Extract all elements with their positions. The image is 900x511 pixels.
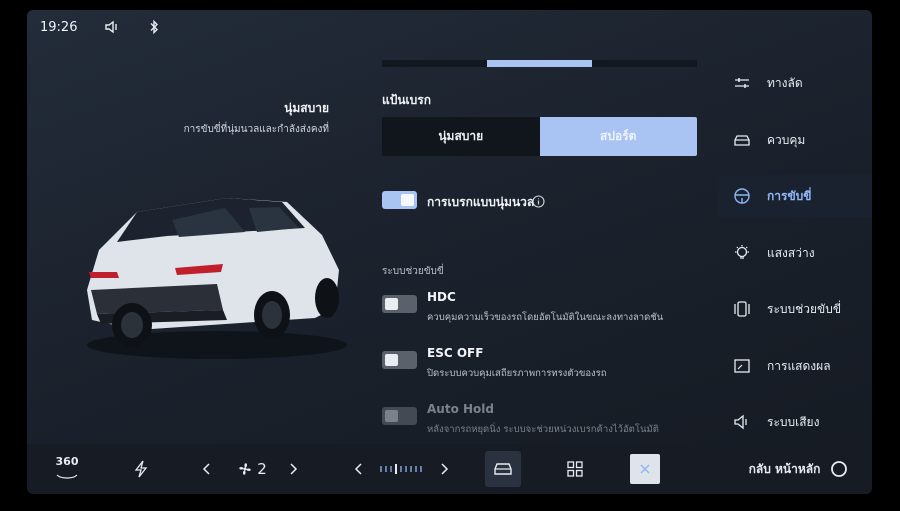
auto-hold-toggle[interactable] <box>382 407 417 425</box>
display-icon <box>733 357 751 375</box>
chevron-right-icon <box>290 463 298 475</box>
hdc-title: HDC <box>427 290 456 304</box>
home-circle-button[interactable] <box>827 444 851 494</box>
bottom-dock: 360 2 กลับ หน้าหลัก <box>27 444 872 494</box>
pinwheel-icon <box>640 464 650 474</box>
brake-mode-sport[interactable]: สปอร์ต <box>539 117 697 156</box>
toggle-knob <box>401 194 414 206</box>
toggle-knob <box>385 298 398 310</box>
esc-off-toggle[interactable] <box>382 351 417 369</box>
chevron-left-icon <box>202 463 210 475</box>
infotainment-screen: 19:26 นุ่มสบาย การขับขี่ที่นุ่มนวลและกำล… <box>27 10 872 494</box>
esc-off-title: ESC OFF <box>427 346 484 360</box>
toggle-knob <box>385 354 398 366</box>
brake-pedal-label: แป้นเบรก <box>382 93 431 107</box>
fan-speed-display: 2 <box>232 444 272 494</box>
chevron-right-icon <box>441 463 449 475</box>
status-bar: 19:26 <box>27 10 357 46</box>
drive-mode-subtitle: การขับขี่ที่นุ่มนวลและกำลังส่งคงที่ <box>183 124 329 135</box>
car-image <box>87 198 347 359</box>
apps-button[interactable] <box>564 444 586 494</box>
toggle-knob <box>385 410 398 422</box>
menu-item-driving[interactable]: การขับขี่ <box>717 175 872 217</box>
menu-item-display[interactable]: การแสดงผล <box>717 345 872 387</box>
back-home-label: กลับ หน้าหลัก <box>748 461 821 476</box>
steering-wheel-icon <box>733 187 751 205</box>
chevron-left-icon <box>354 463 362 475</box>
sliders-icon <box>733 74 751 92</box>
back-home-button[interactable]: กลับ หน้าหลัก <box>737 444 832 494</box>
fan-decrease-button[interactable] <box>197 444 217 494</box>
menu-label: การขับขี่ <box>767 188 812 203</box>
temp-increase-button[interactable] <box>434 444 454 494</box>
menu-item-lighting[interactable]: แสงสว่าง <box>717 232 872 274</box>
bluetooth-icon[interactable] <box>146 19 162 35</box>
menu-item-driver-assist[interactable]: ระบบช่วยขับขี่ <box>717 288 872 330</box>
speaker-icon <box>733 413 751 431</box>
rotate-arrow-icon <box>56 474 78 479</box>
fan-icon <box>239 463 251 475</box>
auto-hold-description: หลังจากรถหยุดนิ่ง ระบบจะช่วยหน่วงเบรกค้า… <box>427 424 659 435</box>
menu-label: แสงสว่าง <box>767 245 815 260</box>
menu-label: ทางลัด <box>767 75 803 90</box>
car-icon <box>494 463 512 475</box>
hdc-description: ควบคุมความเร็วของรถโดยอัตโนมัติในขณะลงทา… <box>427 312 664 323</box>
brake-mode-selector: นุ่มสบาย สปอร์ต <box>382 117 697 156</box>
temp-decrease-button[interactable] <box>349 444 369 494</box>
drive-mode-title: นุ่มสบาย <box>284 101 329 115</box>
hdc-toggle[interactable] <box>382 295 417 313</box>
clock: 19:26 <box>40 20 78 35</box>
fan-speed-value: 2 <box>257 460 267 478</box>
menu-item-sound[interactable]: ระบบเสียง <box>717 401 872 443</box>
info-icon[interactable] <box>532 193 545 208</box>
vehicle-settings-button[interactable] <box>485 451 521 487</box>
menu-label: การแสดงผล <box>767 358 831 373</box>
menu-label: ระบบช่วยขับขี่ <box>767 301 842 316</box>
temperature-scale-icon <box>380 464 422 474</box>
circle-icon <box>831 461 847 477</box>
soft-brake-toggle[interactable] <box>382 191 417 209</box>
assist-icon <box>733 300 751 318</box>
camera-360-label: 360 <box>55 454 79 468</box>
grid-icon <box>567 461 583 477</box>
auto-hold-title: Auto Hold <box>427 402 494 416</box>
energy-button[interactable] <box>130 444 152 494</box>
lightning-icon <box>134 460 148 478</box>
menu-item-shortcuts[interactable]: ทางลัด <box>717 62 872 104</box>
fan-increase-button[interactable] <box>283 444 303 494</box>
soft-brake-label: การเบรกแบบนุ่มนวล <box>427 195 535 209</box>
camera-360-button[interactable]: 360 <box>52 444 82 494</box>
menu-label: ระบบเสียง <box>767 414 820 429</box>
volume-icon[interactable] <box>104 19 120 35</box>
brake-mode-comfort[interactable]: นุ่มสบาย <box>382 117 540 156</box>
scroll-indicator[interactable] <box>487 60 592 67</box>
car-icon <box>733 131 751 149</box>
app-thumbnail[interactable] <box>630 454 660 484</box>
assist-section-label: ระบบช่วยขับขี่ <box>382 266 444 277</box>
bulb-icon <box>733 244 751 262</box>
temperature-slider[interactable] <box>377 444 425 494</box>
menu-label: ควบคุม <box>767 132 806 147</box>
menu-item-control[interactable]: ควบคุม <box>717 119 872 161</box>
esc-off-description: ปิดระบบควบคุมเสถียรภาพการทรงตัวของรถ <box>427 368 607 379</box>
